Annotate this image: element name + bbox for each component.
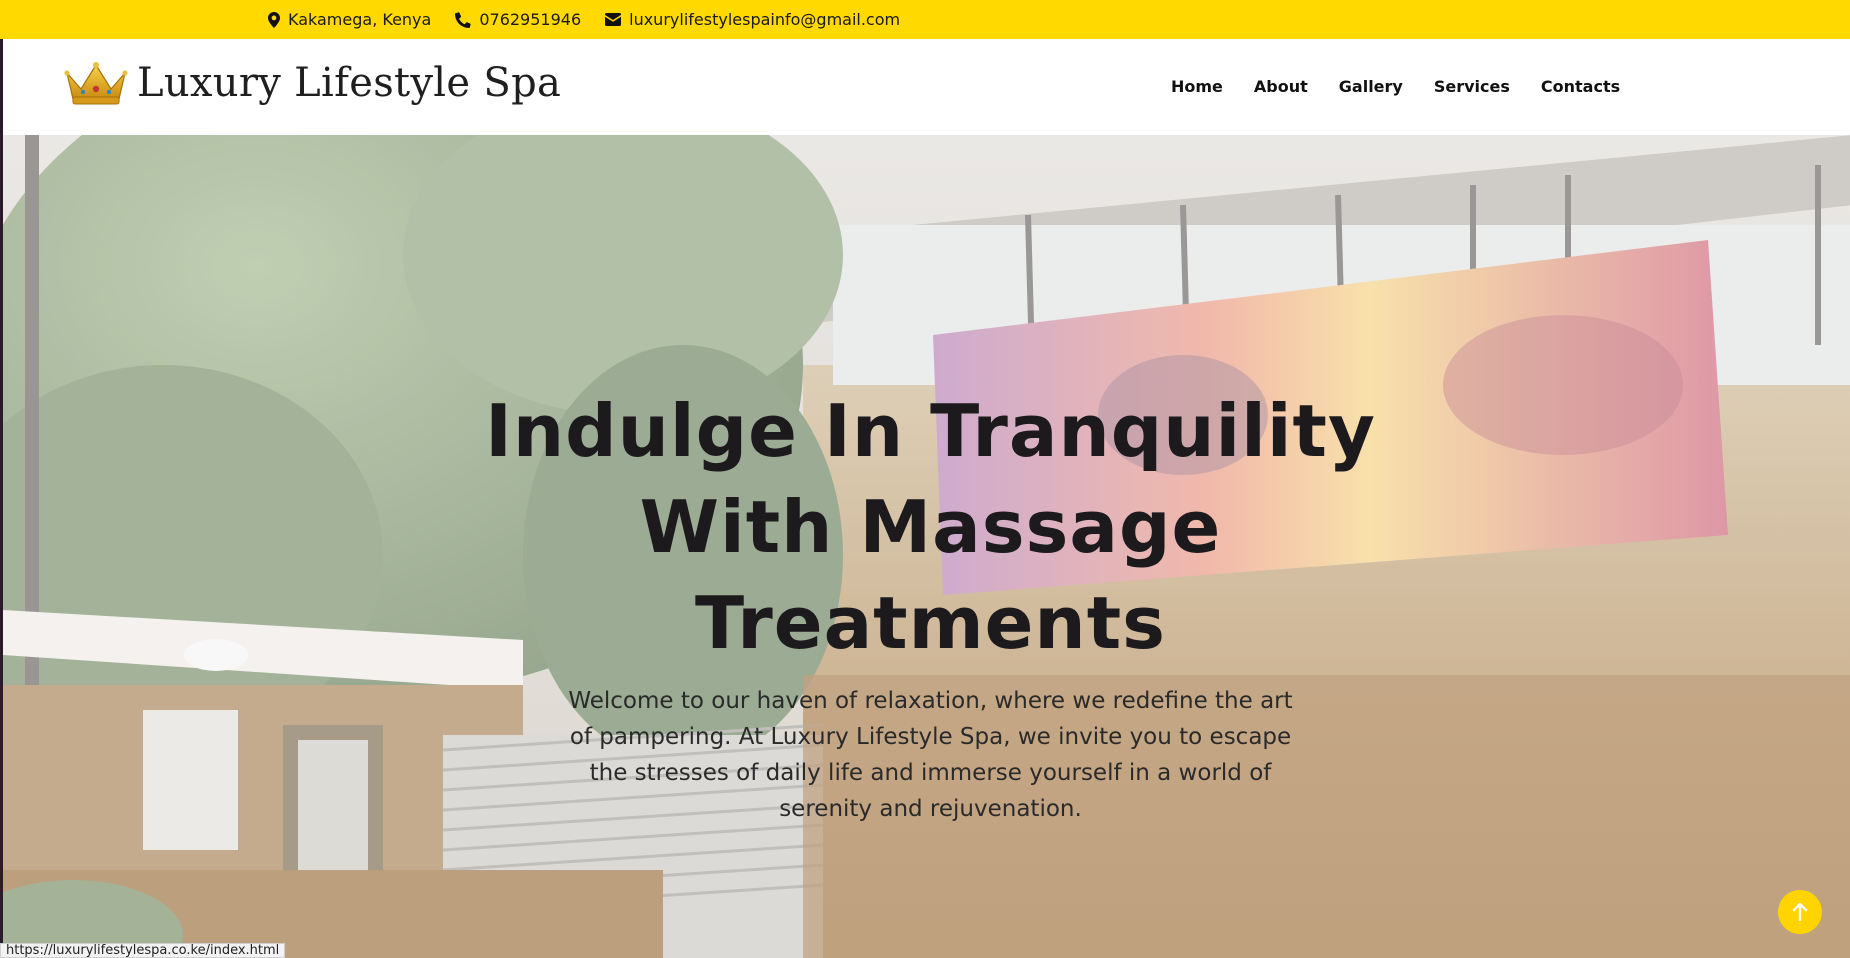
hero-section: Indulge In Tranquility With Massage Trea…	[0, 135, 1850, 958]
email-item[interactable]: luxurylifestylespainfo@gmail.com	[605, 10, 900, 29]
brand-name: Luxury Lifestyle Spa	[137, 60, 562, 106]
phone-item[interactable]: 0762951946	[455, 10, 581, 29]
map-marker-icon	[268, 11, 280, 28]
nav-services[interactable]: Services	[1434, 77, 1510, 96]
top-contact-bar: Kakamega, Kenya 0762951946 luxurylifesty…	[0, 0, 1850, 39]
email-text[interactable]: luxurylifestylespainfo@gmail.com	[629, 10, 900, 29]
brand-logo[interactable]: Luxury Lifestyle Spa	[63, 59, 561, 107]
nav-gallery[interactable]: Gallery	[1339, 77, 1403, 96]
site-header: Luxury Lifestyle Spa Home About Gallery …	[0, 39, 1850, 135]
crown-icon	[64, 62, 128, 105]
envelope-icon	[605, 13, 622, 26]
nav-about[interactable]: About	[1254, 77, 1308, 96]
scroll-top-button[interactable]	[1778, 890, 1822, 934]
main-nav: Home About Gallery Services Contacts	[1171, 77, 1651, 96]
nav-contacts[interactable]: Contacts	[1541, 77, 1620, 96]
status-bar-url: https://luxurylifestylespa.co.ke/index.h…	[0, 943, 286, 958]
hero-title-line-1: Indulge In Tranquility	[485, 389, 1376, 473]
hero-title-line-3: Treatments	[695, 581, 1166, 665]
location-text: Kakamega, Kenya	[288, 10, 432, 29]
phone-text[interactable]: 0762951946	[479, 10, 581, 29]
arrow-up-icon	[1792, 903, 1808, 921]
hero-title: Indulge In Tranquility With Massage Trea…	[473, 383, 1388, 671]
phone-icon	[455, 11, 471, 28]
hero-description: Welcome to our haven of relaxation, wher…	[568, 688, 1293, 822]
hero-title-line-2: With Massage	[639, 485, 1222, 569]
nav-home[interactable]: Home	[1171, 77, 1223, 96]
location-item: Kakamega, Kenya	[268, 10, 431, 29]
